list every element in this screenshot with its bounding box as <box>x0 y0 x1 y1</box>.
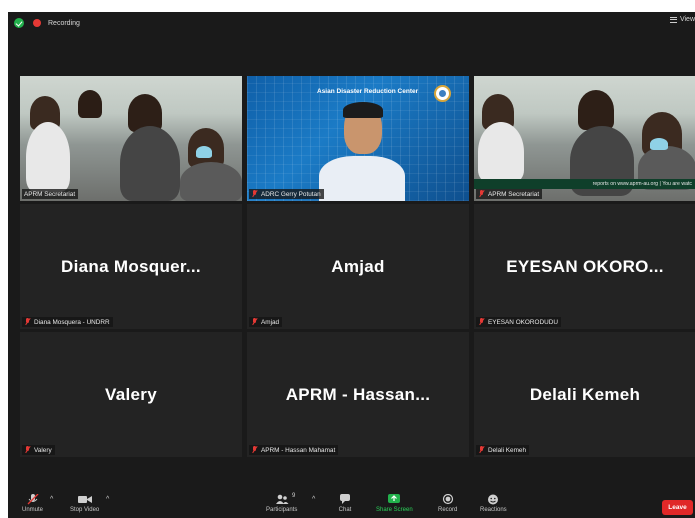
recording-dot-icon <box>33 19 41 27</box>
share-screen-icon <box>388 494 401 503</box>
participant-display-name: Delali Kemeh <box>529 384 641 404</box>
meeting-top-bar: Recording View <box>8 12 695 34</box>
participant-name-label: Delali Kemeh <box>476 445 530 455</box>
participant-name-label: APRM - Hassan Mahamat <box>249 445 339 455</box>
participant-display-name: APRM - Hassan... <box>285 384 431 404</box>
smiley-icon <box>488 494 499 505</box>
mic-muted-icon <box>27 494 38 505</box>
participants-icon <box>275 494 289 504</box>
participant-tile-diana-mosquera[interactable]: Diana Mosquer... Diana Mosquera - UNDRR <box>20 204 242 329</box>
virtual-background-title: Asian Disaster Reduction Center <box>317 88 419 95</box>
gallery-view: APRM Secretariat Asian Disaster Reductio… <box>20 76 695 472</box>
mic-muted-icon <box>251 318 258 326</box>
participant-name-label: APRM Secretariat <box>22 189 79 199</box>
video-camera-icon <box>77 496 92 503</box>
audio-options-caret-icon[interactable]: ^ <box>50 496 53 503</box>
video-options-caret-icon[interactable]: ^ <box>106 496 109 503</box>
broadcast-ticker: reports on www.aprm-au.org | You are wat… <box>474 179 695 189</box>
video-feed-conference-room <box>20 76 242 201</box>
participant-tile-aprm-hassan-mahamat[interactable]: APRM - Hassan... APRM - Hassan Mahamat <box>247 332 469 457</box>
participants-count-badge: 9 <box>292 493 296 499</box>
participant-tile-valery[interactable]: Valery Valery <box>20 332 242 457</box>
security-shield-icon[interactable] <box>14 18 24 28</box>
participant-tile-eyesan-okorodudu[interactable]: EYESAN OKORO... EYESAN OKORODUDU <box>474 204 695 329</box>
video-feed-presenter: Asian Disaster Reduction Center <box>247 76 469 201</box>
participants-options-caret-icon[interactable]: ^ <box>312 496 315 503</box>
participant-display-name: Diana Mosquer... <box>61 256 201 276</box>
mic-muted-icon <box>24 318 31 326</box>
view-label: View <box>679 16 695 23</box>
record-button[interactable]: Record <box>438 494 457 513</box>
participant-name-label: ADRC Gerry Potutan <box>249 189 324 199</box>
participant-name-label: Amjad <box>249 317 283 327</box>
view-button[interactable]: View <box>669 16 695 23</box>
mic-muted-icon <box>24 446 31 454</box>
leave-meeting-button[interactable]: Leave <box>662 500 693 515</box>
participant-name-label: Diana Mosquera - UNDRR <box>22 317 113 327</box>
adrc-logo <box>434 85 451 102</box>
recording-label: Recording <box>48 19 80 27</box>
chat-button[interactable]: Chat <box>338 494 352 513</box>
mic-muted-icon <box>478 190 485 198</box>
stop-video-button[interactable]: Stop Video <box>70 494 99 513</box>
chat-bubble-icon <box>340 494 350 504</box>
participant-name-label: EYESAN OKORODUDU <box>476 317 561 327</box>
participant-tile-amjad[interactable]: Amjad Amjad <box>247 204 469 329</box>
unmute-button[interactable]: Unmute <box>22 494 43 513</box>
share-screen-button[interactable]: Share Screen <box>376 494 413 513</box>
participant-tile-delali-kemeh[interactable]: Delali Kemeh Delali Kemeh <box>474 332 695 457</box>
participant-tile-aprm-secretariat-2[interactable]: reports on www.aprm-au.org | You are wat… <box>474 76 695 201</box>
zoom-meeting-window: Recording View APRM Secretariat Asian Di… <box>8 12 695 518</box>
mic-muted-icon <box>478 318 485 326</box>
meeting-controls-toolbar: Unmute ^ Stop Video ^ Participants 9 ^ C… <box>8 492 695 518</box>
mic-muted-icon <box>478 446 485 454</box>
gallery-grid-icon <box>669 16 677 23</box>
participant-display-name: EYESAN OKORO... <box>506 256 664 276</box>
participant-tile-adrc-gerry-potutan[interactable]: Asian Disaster Reduction Center ADRC Ger… <box>247 76 469 201</box>
participant-name-label: Valery <box>22 445 55 455</box>
participant-name-label: APRM Secretariat <box>476 189 543 199</box>
participant-display-name: Amjad <box>331 256 385 276</box>
participant-tile-aprm-secretariat-1[interactable]: APRM Secretariat <box>20 76 242 201</box>
mic-muted-icon <box>251 190 258 198</box>
record-icon <box>442 494 453 505</box>
reactions-button[interactable]: Reactions <box>480 494 507 513</box>
mic-muted-icon <box>251 446 258 454</box>
participant-display-name: Valery <box>105 384 157 404</box>
